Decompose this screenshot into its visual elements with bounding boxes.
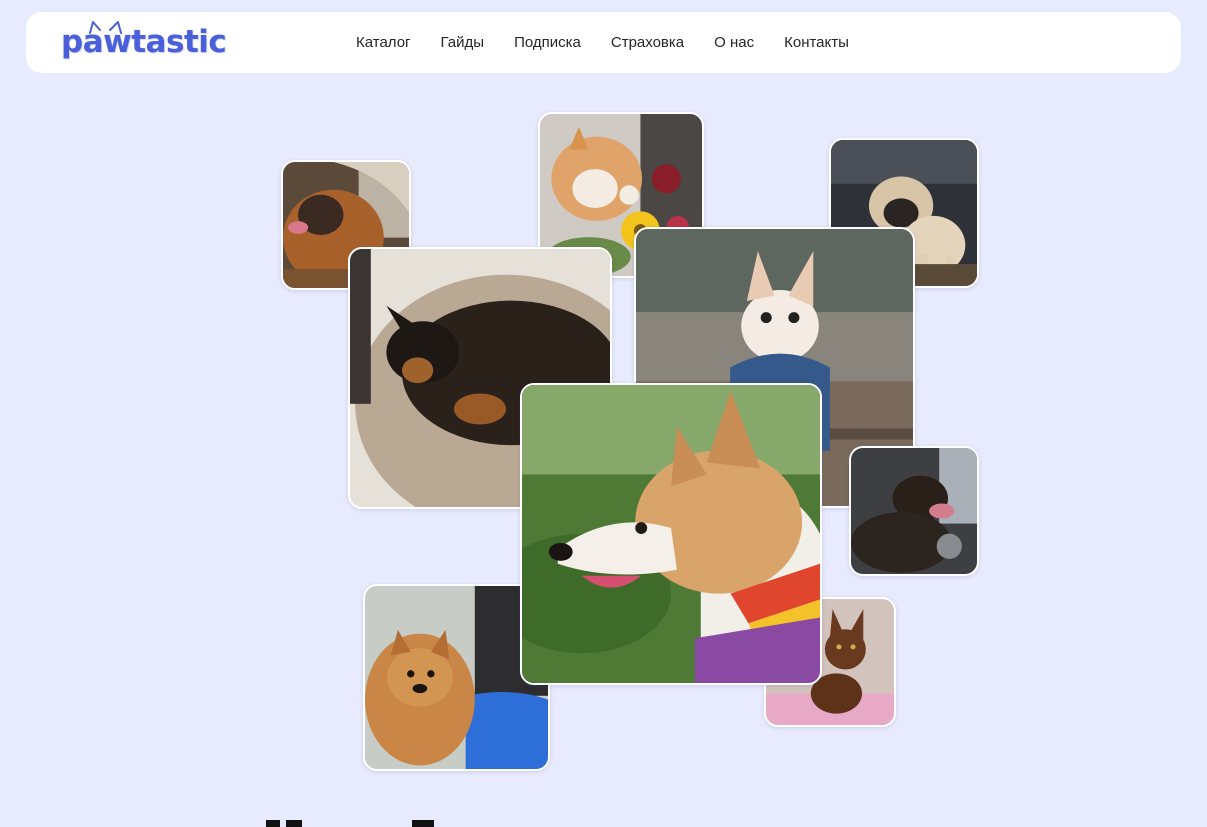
nav-subscription[interactable]: Подписка [514, 34, 581, 51]
logo[interactable]: pawtastic [61, 21, 227, 60]
nav-catalog[interactable]: Каталог [356, 34, 411, 51]
photo-corgi [520, 383, 822, 685]
nav-contacts[interactable]: Контакты [784, 34, 849, 51]
nav-insurance[interactable]: Страховка [611, 34, 684, 51]
site-header: pawtastic Каталог Гайды Подписка Страхов… [26, 12, 1181, 73]
main-nav: Каталог Гайды Подписка Страховка О нас К… [356, 12, 879, 73]
nav-guides[interactable]: Гайды [441, 34, 485, 51]
logo-text: pawtastic [61, 23, 227, 60]
cat-ears-icon [89, 21, 122, 34]
nav-about[interactable]: О нас [714, 34, 754, 51]
photo-dachshund-car [849, 446, 979, 576]
section-heading-partial [262, 812, 462, 827]
page: pawtastic Каталог Гайды Подписка Страхов… [0, 0, 1207, 827]
